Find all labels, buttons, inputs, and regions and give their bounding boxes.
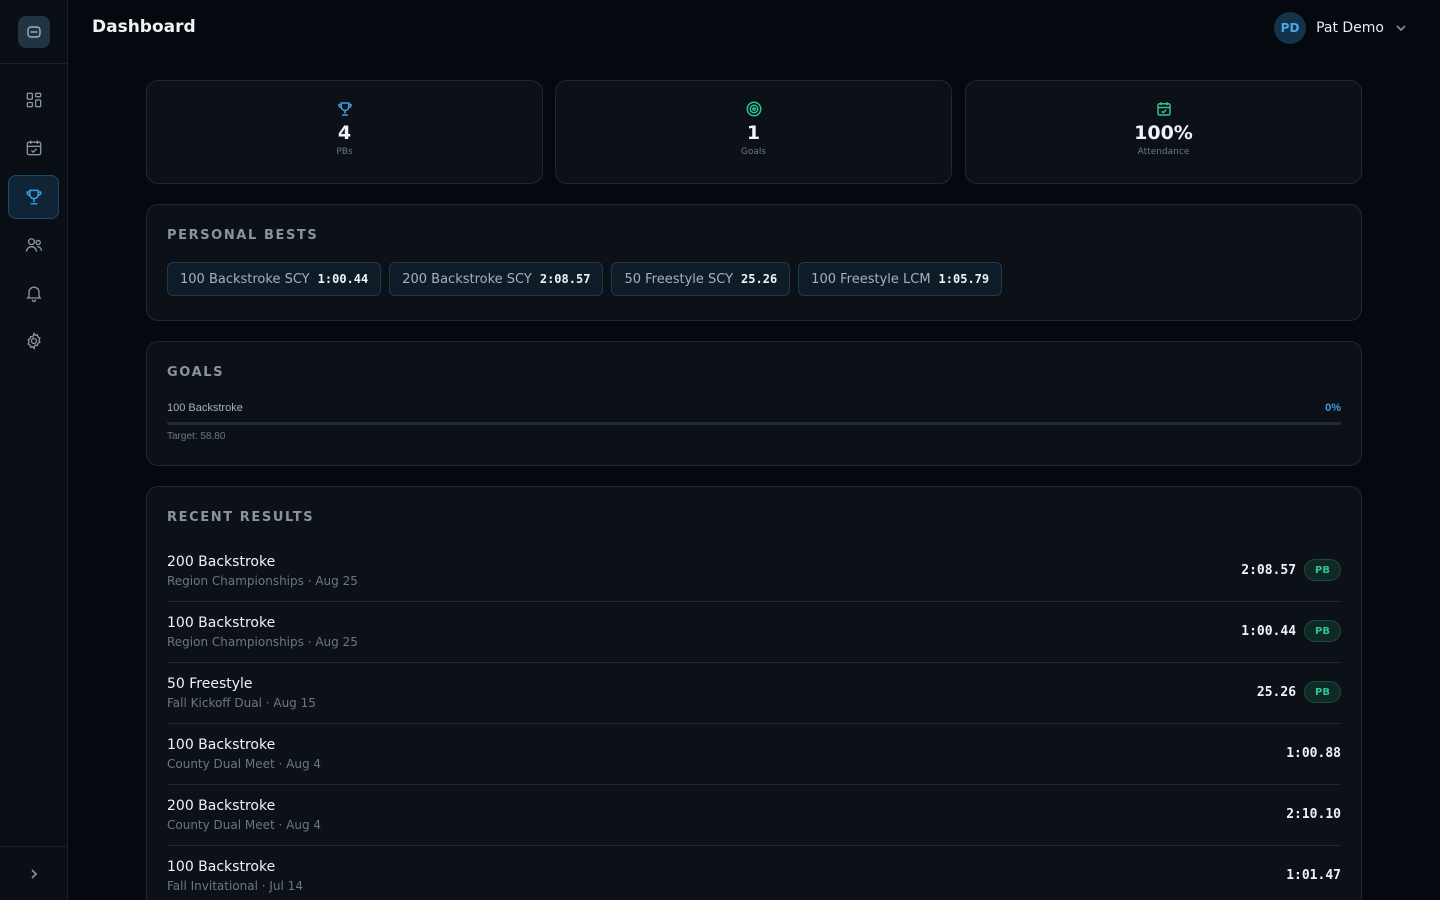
app-logo-icon[interactable]	[17, 15, 50, 48]
pb-event: 50 Freestyle SCY	[624, 271, 734, 287]
pb-chip[interactable]: 100 Backstroke SCY 1:00.44	[167, 262, 382, 296]
result-row[interactable]: 100 Backstroke County Dual Meet · Aug 4 …	[167, 724, 1341, 785]
goal-event: 100 Backstroke	[167, 402, 243, 414]
result-time: 1:01.47	[1286, 867, 1341, 883]
user-menu[interactable]: PD Pat Demo	[1274, 12, 1408, 44]
section-title: PERSONAL BESTS	[167, 228, 319, 243]
trophy-icon	[337, 102, 352, 116]
pb-badge: PB	[1304, 559, 1341, 581]
result-event: 100 Backstroke	[167, 859, 276, 875]
sidebar	[0, 0, 68, 900]
goal-progress-bar	[167, 422, 1341, 425]
section-title: RECENT RESULTS	[167, 510, 315, 525]
pb-time: 2:08.57	[539, 272, 591, 286]
result-meta: Fall Kickoff Dual · Aug 15	[167, 696, 316, 710]
pb-badge: PB	[1304, 620, 1341, 642]
pb-badge: PB	[1304, 681, 1341, 703]
result-time: 2:10.10	[1286, 806, 1341, 822]
pb-event: 100 Backstroke SCY	[180, 271, 310, 287]
result-time: 25.26	[1256, 684, 1297, 700]
avatar: PD	[1274, 12, 1307, 44]
result-event: 100 Backstroke	[167, 737, 276, 753]
result-meta: Region Championships · Aug 25	[167, 574, 358, 588]
logo-area	[0, 0, 67, 64]
result-time: 1:00.44	[1241, 623, 1297, 639]
section-title: GOALS	[167, 365, 225, 380]
stat-value: 4	[337, 122, 352, 144]
stat-label: Goals	[740, 147, 767, 157]
trophy-icon	[25, 189, 42, 205]
sidebar-item-dashboard[interactable]	[8, 78, 59, 122]
pb-chip[interactable]: 50 Freestyle SCY 25.26	[611, 262, 791, 296]
bell-icon	[25, 286, 42, 302]
stat-value: 1	[746, 122, 761, 144]
result-event: 200 Backstroke	[167, 554, 276, 570]
pb-chip[interactable]: 100 Freestyle LCM 1:05.79	[798, 262, 1003, 296]
result-meta: County Dual Meet · Aug 4	[167, 757, 322, 771]
chevron-down-icon	[1396, 25, 1406, 32]
result-meta: Fall Invitational · Jul 14	[167, 879, 303, 893]
pb-event: 200 Backstroke SCY	[402, 271, 532, 287]
result-row[interactable]: 200 Backstroke Region Championships · Au…	[167, 541, 1341, 602]
results-list: 200 Backstroke Region Championships · Au…	[167, 541, 1341, 900]
pb-event: 100 Freestyle LCM	[811, 271, 931, 287]
pb-time: 1:00.44	[317, 272, 369, 286]
sidebar-item-settings[interactable]	[8, 319, 59, 363]
stat-label: Attendance	[1137, 147, 1190, 157]
pb-time: 1:05.79	[938, 272, 990, 286]
sidebar-item-calendar[interactable]	[8, 126, 59, 170]
sidebar-item-notifications[interactable]	[8, 271, 59, 315]
stat-card-goals: 1 Goals	[555, 80, 952, 184]
stat-label: PBs	[336, 147, 353, 157]
calendar-check-icon	[26, 140, 41, 156]
goal-target: Target: 58.80	[167, 431, 226, 442]
result-meta: County Dual Meet · Aug 4	[167, 818, 322, 832]
stat-card-pbs: 4 PBs	[146, 80, 543, 184]
grid-icon	[26, 92, 41, 108]
result-time: 1:00.88	[1286, 745, 1341, 761]
pb-list: 100 Backstroke SCY 1:00.44 200 Backstrok…	[167, 262, 1003, 296]
personal-bests-card: PERSONAL BESTS 100 Backstroke SCY 1:00.4…	[146, 204, 1362, 321]
gear-icon	[26, 332, 41, 350]
result-row[interactable]: 100 Backstroke Region Championships · Au…	[167, 602, 1341, 663]
page-title: Dashboard	[92, 17, 196, 37]
stat-card-attendance: 100% Attendance	[965, 80, 1362, 184]
result-time: 2:08.57	[1241, 562, 1297, 578]
calendar-check-icon	[1156, 102, 1171, 116]
target-icon	[746, 101, 761, 117]
sidebar-item-team[interactable]	[8, 223, 59, 267]
stat-value: 100%	[1134, 122, 1193, 144]
sidebar-item-results[interactable]	[8, 175, 59, 219]
pb-chip[interactable]: 200 Backstroke SCY 2:08.57	[389, 262, 604, 296]
sidebar-expand-button[interactable]	[0, 846, 68, 900]
user-name: Pat Demo	[1316, 20, 1384, 36]
result-event: 50 Freestyle	[167, 676, 253, 692]
result-row[interactable]: 200 Backstroke County Dual Meet · Aug 4 …	[167, 785, 1341, 846]
chevron-right-icon	[31, 868, 38, 879]
result-row[interactable]: 50 Freestyle Fall Kickoff Dual · Aug 15 …	[167, 663, 1341, 724]
recent-results-card: RECENT RESULTS 200 Backstroke Region Cha…	[146, 486, 1362, 900]
result-row[interactable]: 100 Backstroke Fall Invitational · Jul 1…	[167, 846, 1341, 900]
result-meta: Region Championships · Aug 25	[167, 635, 358, 649]
goal-percent: 0%	[1325, 402, 1341, 414]
result-event: 100 Backstroke	[167, 615, 276, 631]
goals-card: GOALS 100 Backstroke 0% Target: 58.80	[146, 341, 1362, 466]
users-icon	[25, 238, 42, 252]
result-event: 200 Backstroke	[167, 798, 276, 814]
pb-time: 25.26	[741, 272, 778, 286]
